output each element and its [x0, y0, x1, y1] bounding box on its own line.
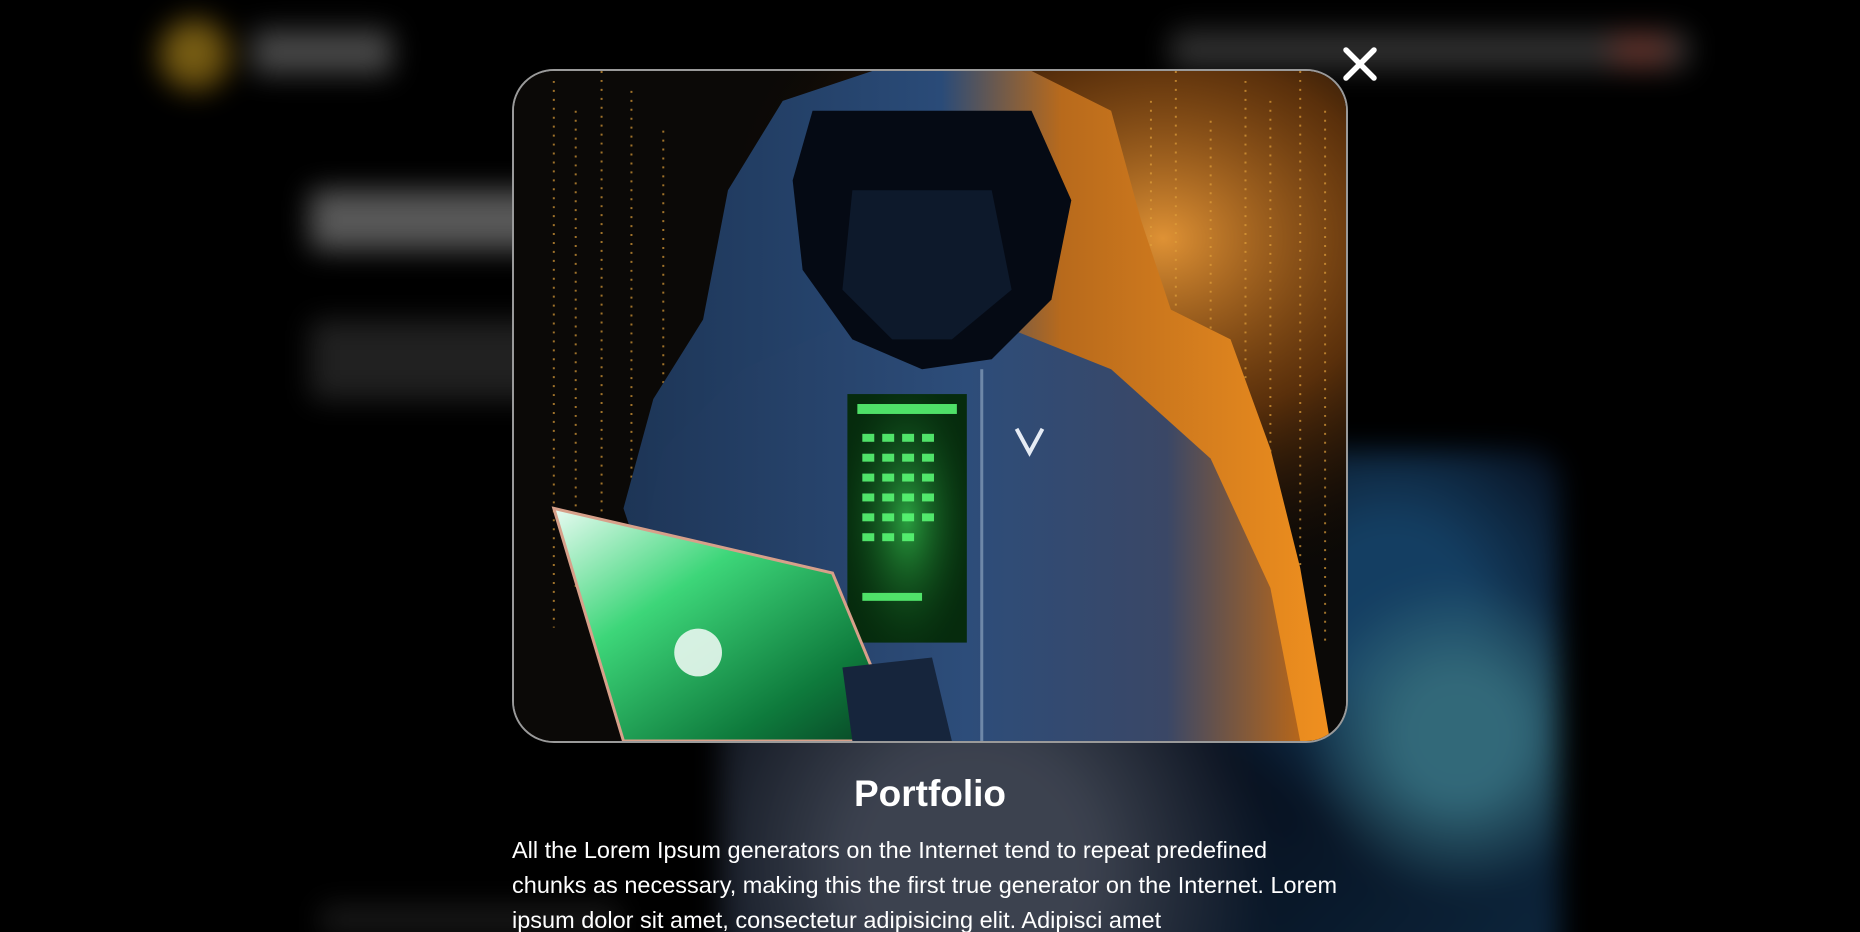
- page: Portfolio All the Lorem Ipsum generators…: [0, 0, 1860, 932]
- background-logo-icon: [158, 18, 232, 92]
- background-logo-wordmark: [252, 30, 392, 74]
- close-icon: [1343, 47, 1377, 81]
- close-button[interactable]: [1336, 40, 1384, 88]
- modal-description: All the Lorem Ipsum generators on the In…: [512, 837, 1338, 932]
- modal-title: Portfolio: [853, 773, 1007, 814]
- background-nav-button: [1610, 32, 1670, 68]
- hooded-hacker-laptop-image: [514, 71, 1346, 741]
- portfolio-image: [512, 69, 1348, 743]
